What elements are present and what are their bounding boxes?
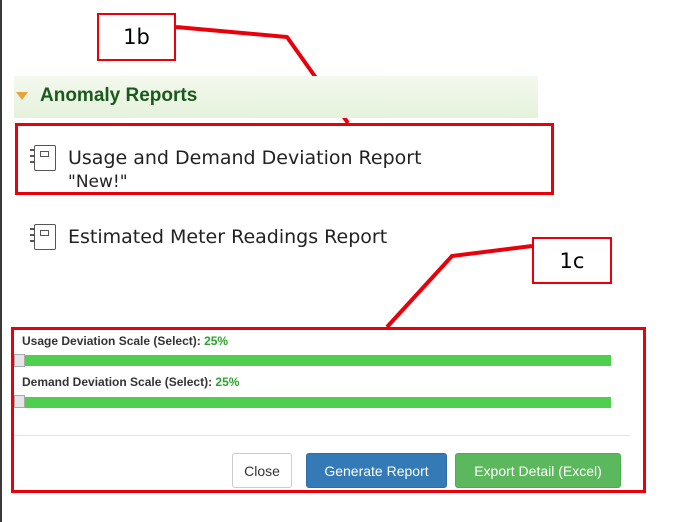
report-icon (30, 224, 56, 250)
report-estimated-meter-readings[interactable]: Estimated Meter Readings Report (30, 224, 388, 250)
callout-1b: 1b (97, 13, 176, 61)
left-border (0, 0, 2, 522)
anomaly-reports-header[interactable]: Anomaly Reports (14, 76, 538, 118)
callout-1c: 1c (532, 237, 612, 284)
callout-1c-connector (385, 244, 533, 329)
expand-caret-icon (16, 92, 28, 100)
section-title: Anomaly Reports (40, 85, 198, 106)
report-label: Estimated Meter Readings Report (68, 226, 388, 248)
highlight-box-1b (15, 123, 554, 195)
highlight-box-1c (11, 327, 646, 493)
